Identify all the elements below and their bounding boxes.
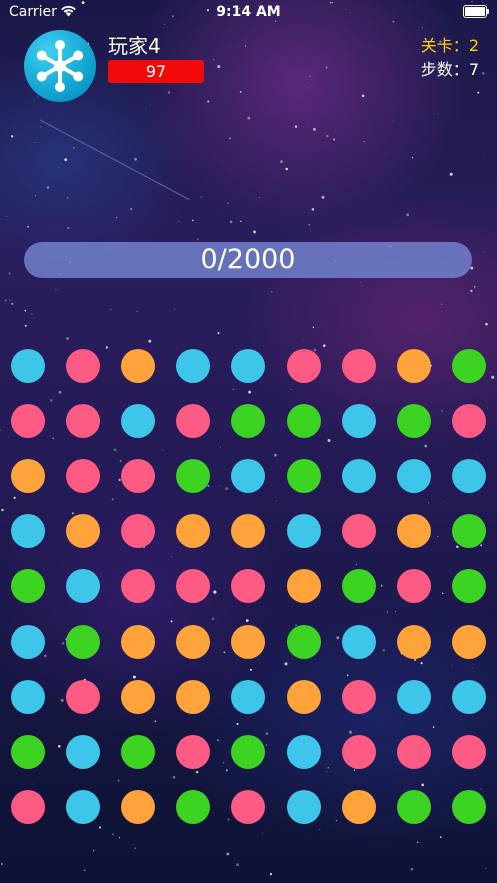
dot-orange[interactable] [396, 624, 431, 659]
dot-pink[interactable] [176, 404, 211, 439]
dot-pink[interactable] [396, 569, 431, 604]
dot-blue[interactable] [396, 459, 431, 494]
game-board [0, 0, 497, 883]
dot-pink[interactable] [341, 349, 376, 383]
dot-blue[interactable] [341, 459, 376, 494]
dot-green[interactable] [66, 624, 101, 659]
dot-orange[interactable] [121, 624, 156, 659]
dot-blue[interactable] [11, 514, 45, 549]
dot-orange[interactable] [176, 624, 211, 659]
dot-blue[interactable] [11, 679, 45, 714]
dot-blue[interactable] [176, 349, 211, 383]
dot-orange[interactable] [451, 624, 486, 659]
dot-orange[interactable] [121, 679, 156, 714]
dot-orange[interactable] [176, 679, 211, 714]
dot-orange[interactable] [231, 514, 266, 549]
dot-orange[interactable] [121, 789, 156, 824]
dot-orange[interactable] [396, 349, 431, 383]
dot-green[interactable] [451, 349, 486, 383]
dot-blue[interactable] [66, 789, 101, 824]
dot-pink[interactable] [66, 349, 101, 383]
dot-blue[interactable] [396, 679, 431, 714]
dot-pink[interactable] [231, 789, 266, 824]
dot-pink[interactable] [121, 459, 156, 494]
dot-orange[interactable] [286, 679, 321, 714]
dot-pink[interactable] [396, 734, 431, 769]
dot-green[interactable] [396, 404, 431, 439]
dot-pink[interactable] [11, 789, 45, 824]
dot-green[interactable] [176, 459, 211, 494]
dot-green[interactable] [286, 404, 321, 439]
dot-blue[interactable] [66, 569, 101, 604]
dot-orange[interactable] [66, 514, 101, 549]
dot-green[interactable] [121, 734, 156, 769]
dot-pink[interactable] [341, 514, 376, 549]
dot-green[interactable] [396, 789, 431, 824]
dot-pink[interactable] [341, 679, 376, 714]
dot-green[interactable] [451, 789, 486, 824]
dot-green[interactable] [451, 514, 486, 549]
dot-pink[interactable] [121, 514, 156, 549]
dot-blue[interactable] [286, 734, 321, 769]
dot-pink[interactable] [176, 734, 211, 769]
dot-blue[interactable] [11, 349, 45, 383]
dot-pink[interactable] [451, 404, 486, 439]
dot-green[interactable] [451, 569, 486, 604]
dot-green[interactable] [231, 404, 266, 439]
dot-green[interactable] [286, 624, 321, 659]
dot-orange[interactable] [286, 569, 321, 604]
dot-pink[interactable] [341, 734, 376, 769]
dot-blue[interactable] [451, 679, 486, 714]
dot-blue[interactable] [66, 734, 101, 769]
dot-pink[interactable] [176, 569, 211, 604]
dot-pink[interactable] [11, 404, 45, 439]
dot-orange[interactable] [176, 514, 211, 549]
dot-green[interactable] [341, 569, 376, 604]
dot-pink[interactable] [66, 459, 101, 494]
dot-blue[interactable] [286, 514, 321, 549]
dot-blue[interactable] [451, 459, 486, 494]
dot-blue[interactable] [231, 349, 266, 383]
dot-green[interactable] [286, 459, 321, 494]
dot-orange[interactable] [341, 789, 376, 824]
dot-blue[interactable] [341, 624, 376, 659]
dot-blue[interactable] [341, 404, 376, 439]
dot-orange[interactable] [396, 514, 431, 549]
dot-pink[interactable] [231, 569, 266, 604]
dot-green[interactable] [11, 734, 45, 769]
dot-green[interactable] [231, 734, 266, 769]
dot-orange[interactable] [121, 349, 156, 383]
dot-orange[interactable] [11, 459, 45, 494]
dot-pink[interactable] [121, 569, 156, 604]
dot-blue[interactable] [286, 789, 321, 824]
dot-pink[interactable] [286, 349, 321, 383]
dot-pink[interactable] [66, 679, 101, 714]
dot-blue[interactable] [11, 624, 45, 659]
dot-pink[interactable] [451, 734, 486, 769]
dot-green[interactable] [176, 789, 211, 824]
dot-blue[interactable] [231, 679, 266, 714]
dot-blue[interactable] [231, 459, 266, 494]
dot-orange[interactable] [231, 624, 266, 659]
dot-green[interactable] [11, 569, 45, 604]
dot-blue[interactable] [121, 404, 156, 439]
dot-pink[interactable] [66, 404, 101, 439]
